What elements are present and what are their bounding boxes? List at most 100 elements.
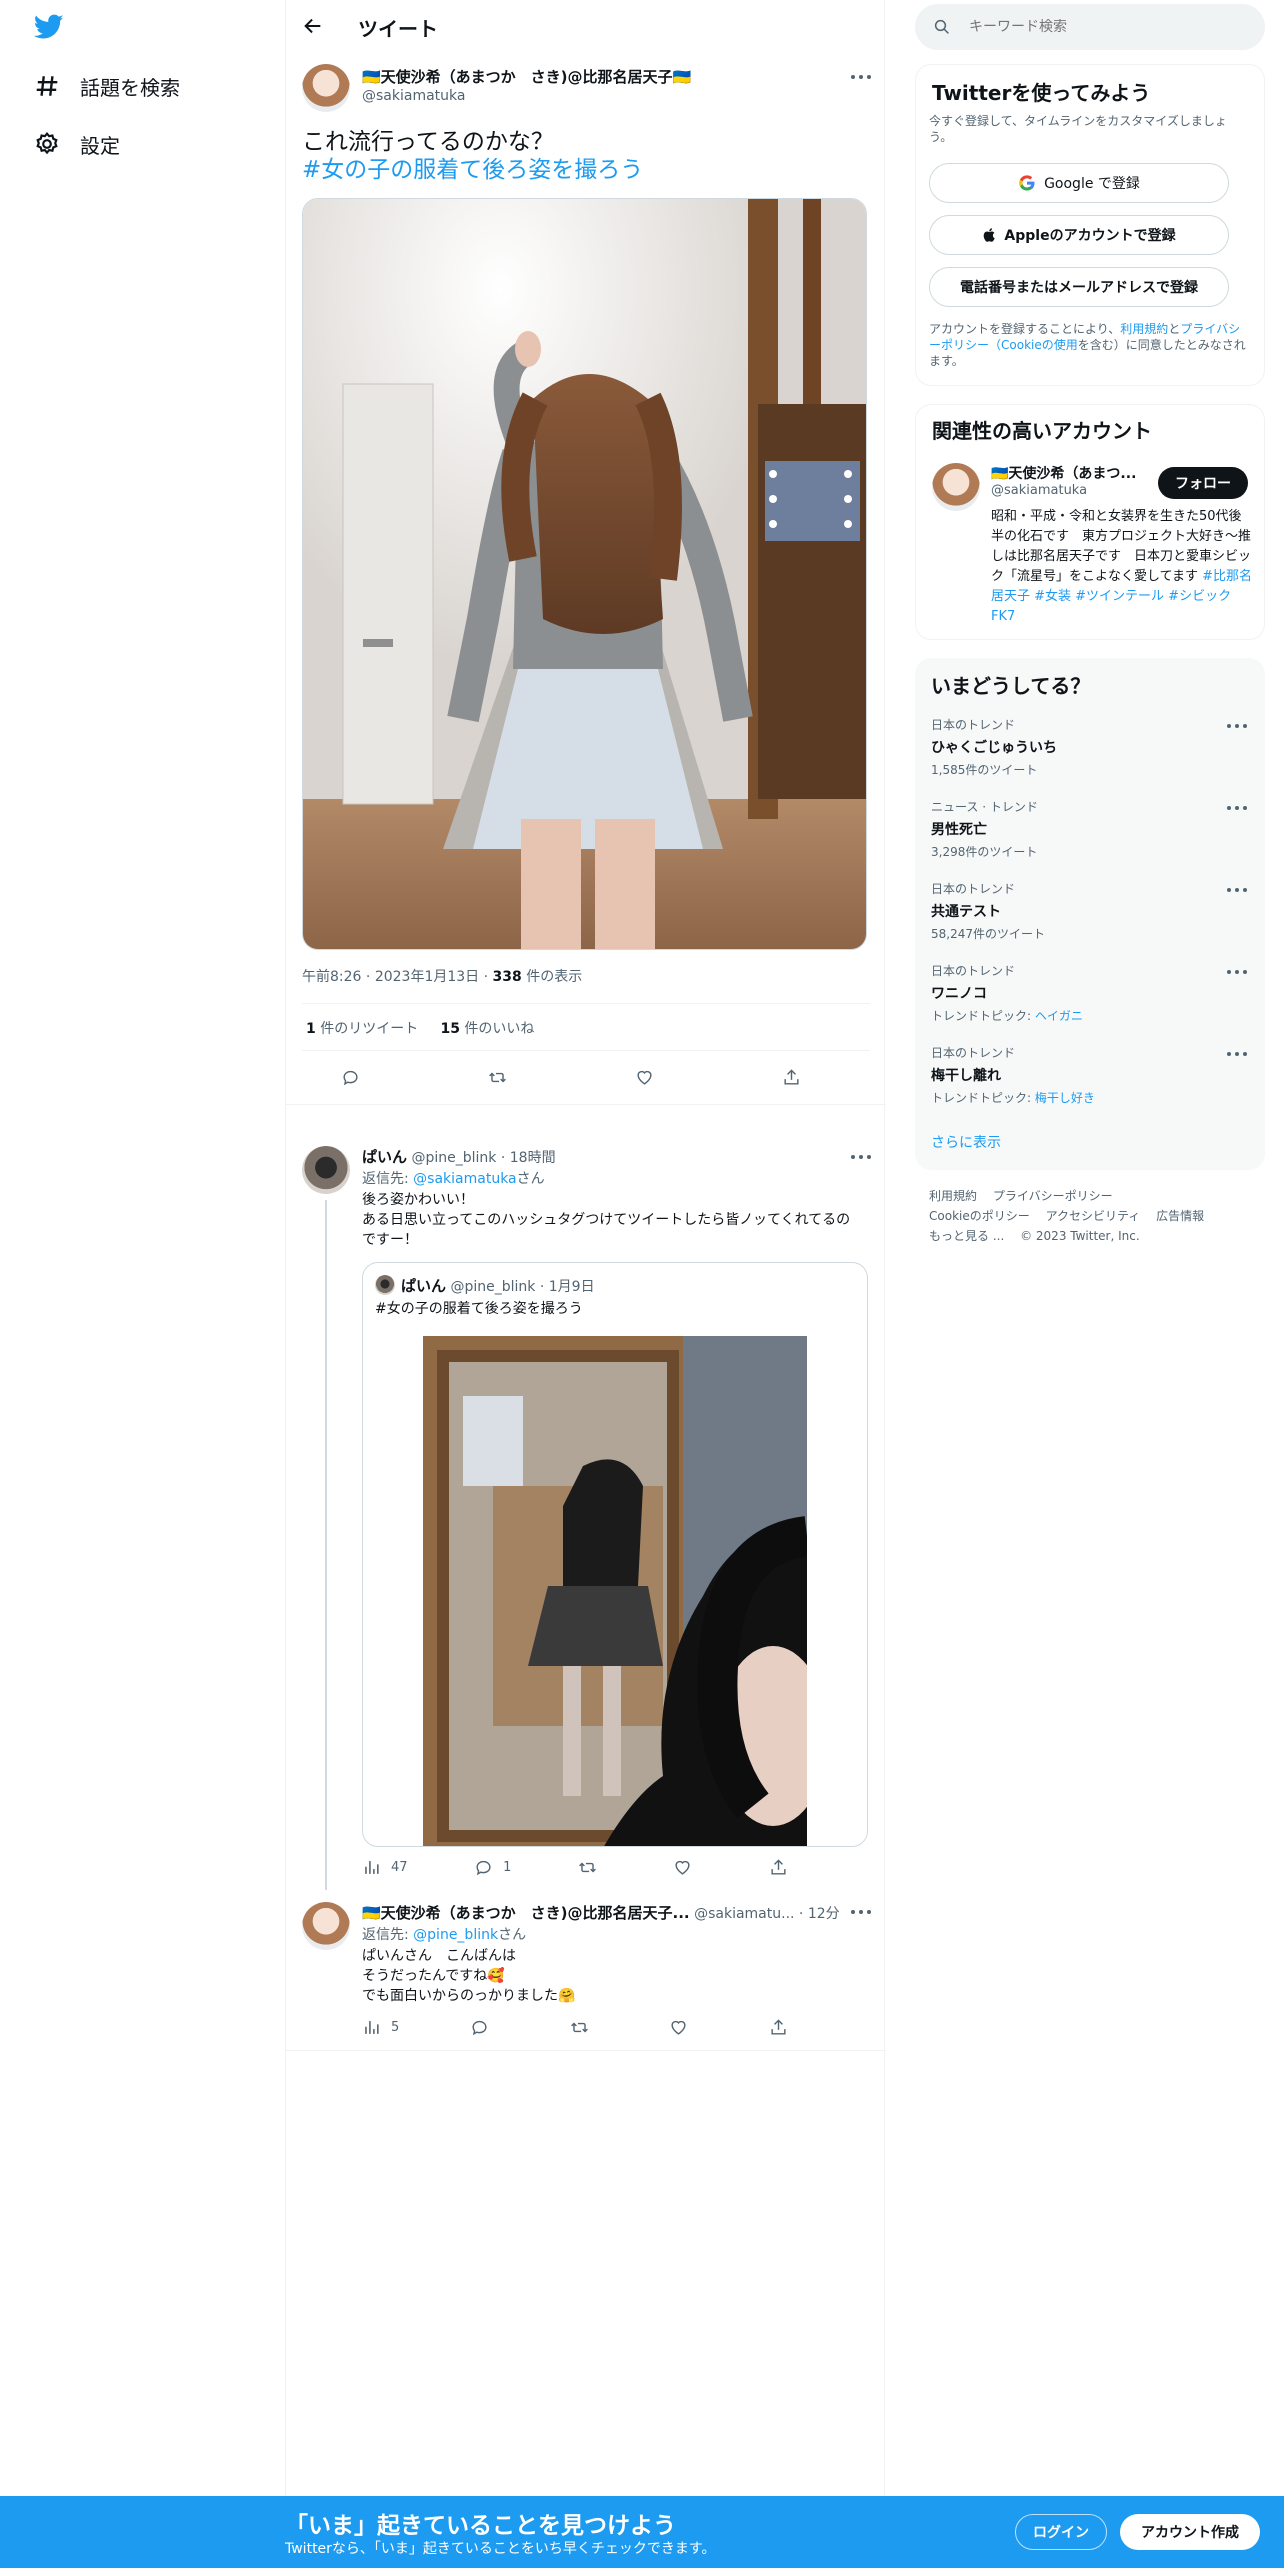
tweet-stats: 1 件のリツイート 15 件のいいね [306, 1018, 534, 1038]
reply-header: 🇺🇦天使沙希（あまつか さき)@比那名居天子... @sakiamatu... … [362, 1904, 840, 1922]
reply-to-prefix: 返信先: [362, 1171, 414, 1187]
nav-settings-label: 設定 [80, 133, 120, 158]
reply-avatar[interactable] [302, 1146, 350, 1194]
terms-link[interactable]: 利用規約 [1120, 322, 1168, 336]
more-options-icon[interactable] [1227, 724, 1247, 730]
quote-handle: @pine_blink [450, 1279, 536, 1295]
reply-handle[interactable]: @sakiamatu... [694, 1906, 794, 1922]
related-accounts-card: 関連性の高いアカウント 🇺🇦天使沙希（あまつ... @sakiamatuka フ… [915, 404, 1265, 640]
trend-topic-link[interactable]: 梅干し好き [1035, 1091, 1095, 1105]
show-more-link[interactable]: さらに表示 [931, 1132, 1001, 1152]
trend-topic-link[interactable]: ヘイガニ [1035, 1009, 1083, 1023]
quote-photo[interactable] [423, 1336, 807, 1846]
more-options-icon[interactable] [1227, 806, 1247, 812]
reply-icon [472, 2020, 487, 2036]
reply-to-suffix: さん [498, 1927, 527, 1943]
views-stat[interactable]: 47 [362, 1858, 408, 1877]
google-signup-button[interactable]: Google で登録 [929, 163, 1229, 203]
reply-handle[interactable]: @pine_blink [411, 1150, 496, 1166]
more-options-icon[interactable] [851, 1910, 871, 1916]
apple-signup-label: Appleのアカウントで登録 [1004, 228, 1176, 244]
phone-signup-button[interactable]: 電話番号またはメールアドレスで登録 [929, 267, 1229, 307]
hashtag-icon [36, 76, 58, 96]
reply-button[interactable] [341, 1068, 370, 1087]
trend-item[interactable]: 日本のトレンド ひゃくごじゅういち 1,585件のツイート [931, 716, 1249, 778]
trend-item[interactable]: 日本のトレンド 梅干し離れ トレンドトピック: 梅干し好き [931, 1044, 1249, 1106]
reply-display-name[interactable]: 🇺🇦天使沙希（あまつか さき)@比那名居天子... [362, 1904, 690, 1922]
footer-ads[interactable]: 広告情報 [1156, 1209, 1204, 1223]
author-handle[interactable]: @sakiamatuka [362, 88, 465, 104]
author-avatar[interactable] [302, 64, 350, 112]
quoted-tweet[interactable]: ぱいん @pine_blink · 1月9日 #女の子の服着て後ろ姿を撮ろう [362, 1262, 868, 1847]
signup-card-title: Twitterを使ってみよう [932, 81, 1151, 105]
author-display-name[interactable]: 🇺🇦天使沙希（あまつか さき)@比那名居天子🇺🇦 [362, 66, 691, 87]
retweet-stat[interactable]: 1 件のリツイート [306, 1021, 418, 1037]
retweet-button[interactable] [570, 2018, 599, 2037]
tweet-photo[interactable] [302, 198, 867, 950]
views-stat[interactable]: 5 [362, 2018, 399, 2037]
reply-button[interactable]: 1 [474, 1858, 511, 1877]
trend-category: 日本のトレンド [931, 964, 1016, 978]
trend-item[interactable]: ニュース · トレンド 男性死亡 3,298件のツイート [931, 798, 1249, 860]
retweet-icon [570, 2022, 588, 2033]
reply-time[interactable]: 12分 [808, 1906, 840, 1922]
share-button[interactable] [782, 1068, 811, 1087]
nav-explore[interactable]: 話題を検索 [34, 66, 180, 106]
twitter-bird-icon[interactable] [34, 14, 64, 40]
more-options-icon[interactable] [1227, 970, 1247, 976]
footer-more[interactable]: もっと見る ... [929, 1229, 1004, 1243]
tweet-date[interactable]: 2023年1月13日 [375, 969, 479, 985]
create-account-button[interactable]: アカウント作成 [1120, 2514, 1260, 2550]
like-stat[interactable]: 15 件のいいね [440, 1021, 534, 1037]
footer-terms[interactable]: 利用規約 [929, 1189, 977, 1203]
reply-to-handle[interactable]: @sakiamatuka [413, 1171, 516, 1187]
trend-category: 日本のトレンド [931, 882, 1016, 896]
back-arrow-icon[interactable] [302, 15, 324, 37]
like-button[interactable] [673, 1858, 702, 1877]
trend-meta: 3,298件のツイート [931, 843, 1249, 860]
more-options-icon[interactable] [1227, 1052, 1247, 1058]
share-button[interactable] [769, 1858, 798, 1877]
like-button[interactable] [669, 2018, 698, 2037]
trend-item[interactable]: 日本のトレンド 共通テスト 58,247件のツイート [931, 880, 1249, 942]
phone-signup-label: 電話番号またはメールアドレスで登録 [960, 280, 1198, 296]
follow-button[interactable]: フォロー [1158, 467, 1248, 499]
reply-to-handle[interactable]: @pine_blink [413, 1927, 498, 1943]
related-handle[interactable]: @sakiamatuka [991, 483, 1087, 498]
search-input[interactable] [969, 19, 1219, 35]
trend-item[interactable]: 日本のトレンド ワニノコ トレンドトピック: ヘイガニ [931, 962, 1249, 1024]
related-display-name[interactable]: 🇺🇦天使沙希（あまつ... [991, 463, 1136, 483]
quote-time: 1月9日 [548, 1279, 595, 1295]
reply-display-name[interactable]: ぱいん [362, 1148, 407, 1166]
footer-links: 利用規約 プライバシーポリシー Cookieのポリシー アクセシビリティ 広告情… [929, 1186, 1259, 1246]
tweet-hashtag[interactable]: #女の子の服着て後ろ姿を撮ろう [302, 157, 643, 183]
more-options-icon[interactable] [1227, 888, 1247, 894]
retweet-label: 件のリツイート [315, 1021, 419, 1037]
login-button[interactable]: ログイン [1015, 2514, 1107, 2550]
tweet-time[interactable]: 午前8:26 [302, 969, 361, 985]
reply-avatar[interactable] [302, 1902, 350, 1950]
nav-settings[interactable]: 設定 [34, 124, 120, 164]
quote-display-name: ぱいん [401, 1277, 447, 1295]
apple-signup-button[interactable]: Appleのアカウントで登録 [929, 215, 1229, 255]
like-button[interactable] [635, 1068, 664, 1087]
footer-privacy[interactable]: プライバシーポリシー [993, 1189, 1113, 1203]
more-options-icon[interactable] [851, 75, 871, 81]
retweet-button[interactable] [578, 1858, 607, 1877]
footer-cookie[interactable]: Cookieのポリシー [929, 1209, 1030, 1223]
reply-button[interactable] [470, 2018, 499, 2037]
related-avatar[interactable] [932, 463, 980, 511]
tweet-body: これ流行ってるのかな？ [302, 129, 554, 155]
heart-icon [637, 1070, 652, 1085]
footer-accessibility[interactable]: アクセシビリティ [1046, 1209, 1141, 1223]
footer-copyright: © 2023 Twitter, Inc. [1020, 1229, 1140, 1243]
bar-chart-icon [365, 1861, 379, 1874]
retweet-button[interactable] [488, 1068, 517, 1087]
search-box[interactable] [915, 4, 1265, 50]
reply-time[interactable]: 18時間 [510, 1150, 556, 1166]
signup-card: Twitterを使ってみよう 今すぐ登録して、タイムラインをカスタマイズしましょ… [915, 64, 1265, 386]
quote-text: #女の子の服着て後ろ姿を撮ろう [375, 1301, 583, 1317]
share-button[interactable] [769, 2018, 798, 2037]
related-card-title: 関連性の高いアカウント [932, 419, 1152, 443]
more-options-icon[interactable] [851, 1155, 871, 1161]
